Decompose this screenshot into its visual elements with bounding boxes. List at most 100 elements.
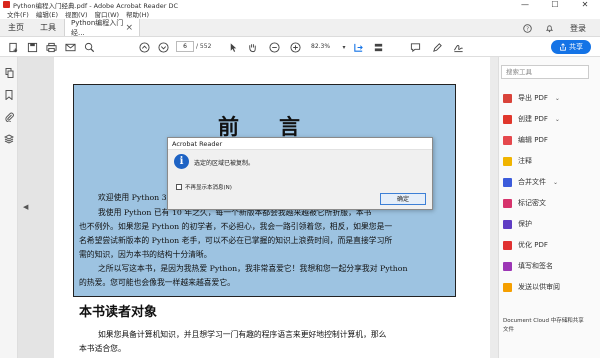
paragraph-line: 如果您具备计算机知识，并且想学习一门有趣的程序语言来更好地控制计算机，那么 — [98, 330, 387, 339]
tab-document-label: Python编程入门经... — [71, 18, 124, 37]
fit-page-icon[interactable] — [351, 40, 365, 54]
tool-label: 编辑 PDF — [518, 136, 548, 144]
tool-label: 创建 PDF — [518, 115, 548, 123]
tool-optimize-pdf[interactable]: 优化 PDF — [503, 239, 548, 251]
minimize-button[interactable]: — — [510, 0, 540, 9]
previous-page-icon[interactable] — [137, 40, 151, 54]
zoom-dropdown-icon[interactable]: ▾ — [337, 40, 351, 54]
tool-fill-sign[interactable]: 填写和签名 — [503, 260, 553, 272]
export-pdf-icon — [503, 93, 512, 103]
paragraph-line: 名希望尝试新版本的 Python 老手，可以不必在已掌握的知识上浪费时间，而是直… — [79, 236, 393, 245]
menu-file[interactable]: 文件(F) — [7, 9, 29, 19]
cloud-promo-text: Document Cloud 中存储和共享 — [503, 318, 584, 324]
tool-label: 发送以供审阅 — [518, 283, 560, 291]
section-title: 本书读者对象 — [79, 305, 158, 320]
page-thumbnails-icon[interactable] — [3, 67, 15, 79]
comment-tool-icon — [503, 156, 512, 166]
chevron-down-icon[interactable]: ⌄ — [553, 179, 558, 186]
tool-label: 合并文件 — [518, 178, 546, 186]
scroll-mode-icon[interactable] — [371, 40, 385, 54]
shield-icon — [503, 219, 512, 229]
edit-pdf-icon — [503, 135, 512, 145]
share-button[interactable]: 共享 — [551, 40, 591, 54]
zoom-level[interactable]: 82.3% — [311, 41, 339, 52]
tool-export-pdf[interactable]: 导出 PDF ⌄ — [503, 92, 560, 104]
attachments-icon[interactable] — [3, 111, 15, 123]
menu-help[interactable]: 帮助(H) — [126, 9, 149, 19]
chevron-down-icon[interactable]: ⌄ — [555, 95, 560, 102]
share-icon — [560, 43, 566, 51]
page-number-input[interactable]: 6 — [176, 41, 194, 52]
help-icon[interactable]: ? — [520, 23, 534, 33]
toolbar: 6 / 552 82.3% ▾ 共享 — [0, 37, 600, 57]
send-review-icon — [503, 282, 512, 292]
dialog-message: 选定的区域已被复制。 — [194, 160, 255, 167]
save-icon[interactable] — [25, 40, 39, 54]
highlight-pen-icon[interactable] — [430, 40, 444, 54]
create-icon[interactable] — [6, 40, 20, 54]
tab-close-icon[interactable]: × — [125, 23, 133, 33]
select-cursor-icon[interactable] — [226, 40, 240, 54]
zoom-in-icon[interactable] — [288, 40, 302, 54]
paragraph-line: 的热爱。您可能也会像我一样越来越喜爱它。 — [79, 278, 235, 287]
tool-label: 注释 — [518, 157, 532, 165]
tool-label: 填写和签名 — [518, 262, 553, 270]
title-bar: Python编程入门经典.pdf - Adobe Acrobat Reader … — [0, 0, 600, 10]
sign-icon[interactable] — [451, 40, 465, 54]
paragraph-line: 之所以写这本书，是因为我热爱 Python，我非常喜爱它！我想和您一起分享我对 … — [98, 264, 408, 273]
ok-button[interactable]: 确定 — [380, 193, 426, 205]
tab-home[interactable]: 主页 — [0, 19, 32, 36]
window-controls: — ☐ ✕ — [510, 0, 600, 9]
tab-document[interactable]: Python编程入门经... × — [64, 18, 140, 37]
email-icon[interactable] — [63, 40, 77, 54]
close-button[interactable]: ✕ — [570, 0, 600, 9]
copy-alert-dialog: Acrobat Reader i 选定的区域已被复制。 不再显示本消息(N) 确… — [167, 137, 433, 210]
layers-icon[interactable] — [3, 133, 15, 145]
tool-edit-pdf[interactable]: 编辑 PDF — [503, 134, 548, 146]
dont-show-again-label[interactable]: 不再显示本消息(N) — [185, 183, 232, 191]
tools-pane: 搜索工具 导出 PDF ⌄ 创建 PDF ⌄ 编辑 PDF 注释 合并文件 ⌄ … — [498, 57, 600, 358]
search-tools-input[interactable]: 搜索工具 — [501, 65, 589, 79]
tool-protect[interactable]: 保护 — [503, 218, 532, 230]
comment-icon[interactable] — [408, 40, 422, 54]
fill-sign-icon — [503, 261, 512, 271]
next-page-icon[interactable] — [156, 40, 170, 54]
combine-files-icon — [503, 177, 512, 187]
share-label: 共享 — [569, 43, 583, 51]
maximize-button[interactable]: ☐ — [540, 0, 570, 9]
login-link[interactable]: 登录 — [570, 23, 586, 34]
chevron-down-icon[interactable]: ⌄ — [555, 116, 560, 123]
create-pdf-icon — [503, 114, 512, 124]
redact-icon — [503, 198, 512, 208]
tool-comment[interactable]: 注释 — [503, 155, 532, 167]
notifications-icon[interactable] — [542, 24, 556, 33]
svg-text:?: ? — [526, 26, 529, 32]
menu-edit[interactable]: 编辑(E) — [36, 9, 58, 19]
hand-tool-icon[interactable] — [245, 40, 259, 54]
acrobat-logo-icon — [3, 1, 10, 8]
tool-combine-files[interactable]: 合并文件 ⌄ — [503, 176, 558, 188]
tool-create-pdf[interactable]: 创建 PDF ⌄ — [503, 113, 560, 125]
prev-page-arrow-icon[interactable]: ◀ — [23, 203, 28, 211]
tab-tools[interactable]: 工具 — [32, 19, 64, 36]
dont-show-again-checkbox[interactable] — [176, 184, 182, 190]
zoom-out-icon[interactable] — [267, 40, 281, 54]
tool-label: 优化 PDF — [518, 241, 548, 249]
print-icon[interactable] — [44, 40, 58, 54]
info-icon: i — [174, 154, 189, 169]
tab-bar: 主页 工具 Python编程入门经... × ? 登录 — [0, 19, 600, 37]
tool-redact[interactable]: 标记密文 — [503, 197, 546, 209]
tool-label: 标记密文 — [518, 199, 546, 207]
bookmarks-icon[interactable] — [3, 89, 15, 101]
tool-send-review[interactable]: 发送以供审阅 — [503, 281, 560, 293]
find-icon[interactable] — [82, 40, 96, 54]
tool-label: 导出 PDF — [518, 94, 548, 102]
tool-label: 保护 — [518, 220, 532, 228]
optimize-pdf-icon — [503, 240, 512, 250]
paragraph-line: 欢迎使用 Python 3 — [98, 193, 167, 202]
vertical-scrollbar[interactable] — [490, 57, 498, 358]
paragraph-line: 也不例外。如果您是 Python 的初学者，不必担心，我会一路引领着您，相反，如… — [79, 222, 393, 231]
paragraph-line: 本书适合您。 — [79, 344, 126, 353]
cloud-promo-text-2: 文件 — [503, 327, 515, 333]
paragraph-line: 需的知识，因为本书的结构十分清晰。 — [79, 250, 212, 259]
